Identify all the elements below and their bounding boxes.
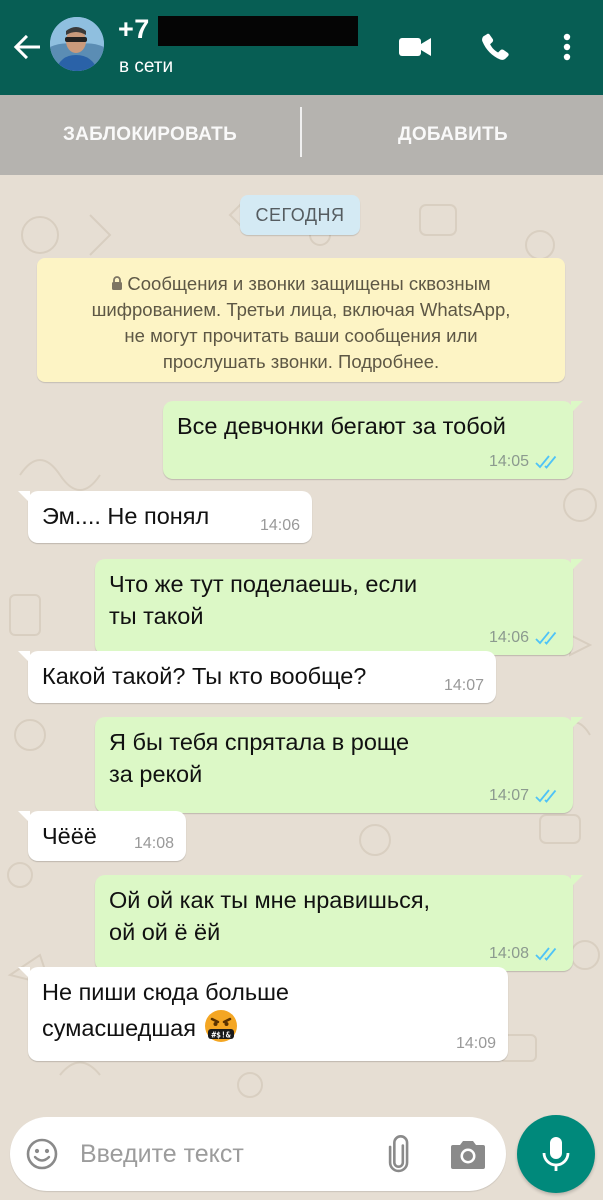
encryption-notice-line: прослушать звонки. Подробнее. bbox=[162, 351, 440, 372]
read-ticks-icon bbox=[535, 947, 557, 961]
bubble-tail bbox=[18, 491, 30, 503]
contact-avatar[interactable] bbox=[50, 17, 104, 71]
message-text: Ой ой как ты мне нравишься, ой ой ё ёй bbox=[109, 887, 431, 945]
outgoing-message[interactable]: Ой ой как ты мне нравишься, ой ой ё ёй 1… bbox=[95, 875, 583, 971]
message-meta: 14:08 bbox=[489, 945, 561, 963]
message-time: 14:08 bbox=[488, 945, 529, 962]
bubble-tail bbox=[18, 967, 30, 979]
attach-icon[interactable] bbox=[380, 1134, 420, 1174]
message-meta: 14:06 bbox=[489, 629, 561, 647]
message-meta: 14:09 bbox=[456, 1035, 496, 1053]
incoming-message[interactable]: Чёёё 14:08 bbox=[18, 811, 186, 861]
redacted-phone-number bbox=[158, 16, 358, 46]
message-meta: 14:05 bbox=[489, 453, 561, 471]
message-time: 14:07 bbox=[488, 787, 529, 804]
message-time: 14:06 bbox=[259, 517, 300, 534]
date-chip: СЕГОДНЯ bbox=[240, 195, 360, 235]
message-text: Все девчонки бегают за тобой bbox=[177, 413, 506, 439]
message-time: 14:05 bbox=[488, 453, 529, 470]
message-time: 14:09 bbox=[455, 1035, 496, 1052]
app-bar: +7 в сети bbox=[0, 0, 603, 95]
composer-bar: Введите текст bbox=[0, 1115, 603, 1200]
encryption-notice-line: не могут прочитать ваши сообщения или bbox=[124, 325, 478, 346]
message-text: Какой такой? Ты кто вообще? bbox=[42, 663, 367, 689]
encryption-notice-line: шифрованием. Третьи лица, включая WhatsA… bbox=[91, 299, 511, 320]
camera-icon[interactable] bbox=[448, 1135, 488, 1173]
message-text: Что же тут поделаешь, если ты такой bbox=[109, 571, 418, 629]
read-ticks-icon bbox=[535, 631, 557, 645]
lock-icon bbox=[112, 276, 123, 290]
encryption-notice[interactable]: Сообщения и звонки защищены сквозным шиф… bbox=[37, 258, 565, 382]
bubble-tail bbox=[571, 875, 583, 887]
incoming-message[interactable]: Эм.... Не понял 14:06 bbox=[18, 491, 312, 543]
message-text: Я бы тебя спрятала в роще за рекой bbox=[109, 729, 410, 787]
incoming-message[interactable]: Не пиши сюда больше сумасшедшая #$!& 14:… bbox=[18, 967, 508, 1061]
emoji-symbols-text: #$!& bbox=[211, 1031, 230, 1040]
message-meta: 14:07 bbox=[489, 787, 561, 805]
message-time: 14:07 bbox=[443, 677, 484, 694]
message-meta: 14:07 bbox=[444, 677, 484, 695]
incoming-message[interactable]: Какой такой? Ты кто вообще? 14:07 bbox=[18, 651, 496, 703]
outgoing-message[interactable]: Все девчонки бегают за тобой 14:05 bbox=[163, 401, 583, 479]
contact-status: в сети bbox=[119, 56, 174, 77]
phone-icon[interactable] bbox=[476, 28, 514, 66]
voice-record-button[interactable] bbox=[517, 1115, 595, 1193]
block-button[interactable]: ЗАБЛОКИРОВАТЬ bbox=[0, 95, 300, 175]
message-time: 14:08 bbox=[133, 835, 174, 852]
message-text: Чёёё bbox=[42, 823, 97, 849]
encryption-notice-line: Сообщения и звонки защищены сквозным bbox=[51, 271, 551, 297]
message-input-placeholder: Введите текст bbox=[80, 1140, 244, 1168]
message-time: 14:06 bbox=[488, 629, 529, 646]
mic-icon bbox=[542, 1137, 570, 1171]
bubble-tail bbox=[571, 717, 583, 729]
back-arrow-icon[interactable] bbox=[8, 28, 46, 66]
bubble-tail bbox=[571, 401, 583, 413]
more-vert-icon[interactable] bbox=[548, 28, 586, 66]
bubble-tail bbox=[571, 559, 583, 571]
message-meta: 14:06 bbox=[260, 517, 300, 535]
chat-area[interactable]: СЕГОДНЯ Сообщения и звонки защищены скво… bbox=[0, 175, 603, 1115]
add-contact-button[interactable]: ДОБАВИТЬ bbox=[303, 95, 603, 175]
emoji-icon[interactable] bbox=[24, 1136, 60, 1172]
bubble-tail bbox=[18, 811, 30, 823]
contact-name[interactable]: +7 bbox=[118, 14, 150, 45]
face-with-symbols-on-mouth-icon: #$!& bbox=[204, 1010, 237, 1042]
read-ticks-icon bbox=[535, 789, 557, 803]
message-text: Не пиши сюда больше сумасшедшая #$!& bbox=[42, 976, 289, 1044]
message-input[interactable]: Введите текст bbox=[10, 1117, 506, 1191]
divider bbox=[300, 107, 302, 157]
video-call-icon[interactable] bbox=[396, 28, 434, 66]
bubble-tail bbox=[18, 651, 30, 663]
outgoing-message[interactable]: Что же тут поделаешь, если ты такой 14:0… bbox=[95, 559, 583, 655]
message-text: Эм.... Не понял bbox=[42, 503, 210, 529]
outgoing-message[interactable]: Я бы тебя спрятала в роще за рекой 14:07 bbox=[95, 717, 583, 813]
unknown-contact-actions: ЗАБЛОКИРОВАТЬ ДОБАВИТЬ bbox=[0, 95, 603, 175]
read-ticks-icon bbox=[535, 455, 557, 469]
message-meta: 14:08 bbox=[134, 835, 174, 853]
